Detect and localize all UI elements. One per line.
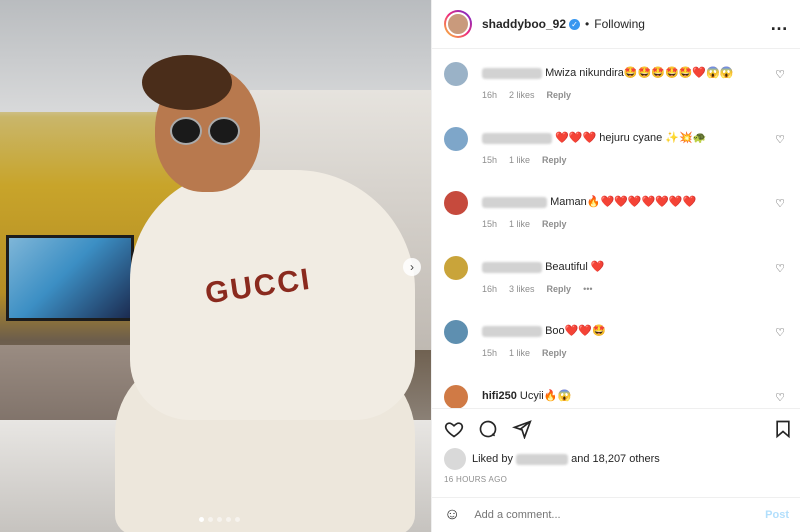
post-comment-button[interactable]: Post xyxy=(765,509,789,521)
next-photo-button[interactable]: › xyxy=(403,258,421,276)
reply-button[interactable]: Reply xyxy=(542,155,567,165)
comment-likes[interactable]: 3 likes xyxy=(509,284,535,294)
like-comment-heart-icon[interactable]: ♡ xyxy=(775,262,785,275)
photo-hair xyxy=(142,55,232,110)
like-comment-heart-icon[interactable]: ♡ xyxy=(775,391,785,404)
commenter-avatar[interactable] xyxy=(444,320,468,344)
redacted-liker xyxy=(516,453,569,465)
author-avatar[interactable] xyxy=(444,10,472,38)
more-options-icon[interactable]: … xyxy=(770,14,789,35)
like-comment-heart-icon[interactable]: ♡ xyxy=(775,68,785,81)
comment-time[interactable]: 15h xyxy=(482,219,497,229)
comment-time[interactable]: 16h xyxy=(482,284,497,294)
comment-text: Maman🔥❤️❤️❤️❤️❤️❤️❤️ xyxy=(550,196,697,208)
comment-text: ❤️❤️❤️ hejuru cyane ✨💥🐢 xyxy=(555,132,707,144)
redacted-username xyxy=(482,325,542,337)
emoji-picker-icon[interactable]: ☺ xyxy=(444,506,460,524)
add-comment-bar: ☺ Post xyxy=(432,497,800,532)
reply-button[interactable]: Reply xyxy=(542,348,567,358)
bookmark-icon[interactable] xyxy=(773,419,793,439)
like-comment-heart-icon[interactable]: ♡ xyxy=(775,197,785,210)
author-username[interactable]: shaddyboo_92 xyxy=(482,17,566,31)
photo-person: GUCCI xyxy=(110,55,420,532)
comment-text: Boo❤️❤️🤩 xyxy=(545,325,606,337)
commenter-avatar[interactable] xyxy=(444,191,468,215)
like-heart-icon[interactable] xyxy=(444,419,464,439)
carousel-dots xyxy=(199,517,240,522)
carousel-dot xyxy=(226,517,231,522)
comment-likes[interactable]: 1 like xyxy=(509,155,530,165)
comment-time[interactable]: 16h xyxy=(482,90,497,100)
commenter-avatar[interactable] xyxy=(444,62,468,86)
liker-avatar[interactable] xyxy=(444,448,466,470)
liked-by-label: Liked by xyxy=(472,453,513,465)
liked-by-and: and xyxy=(571,453,590,465)
carousel-dot xyxy=(217,517,222,522)
comment-likes[interactable]: 1 like xyxy=(509,219,530,229)
comment-options-icon[interactable]: ••• xyxy=(583,284,592,294)
commenter-avatar[interactable] xyxy=(444,127,468,151)
photo-sunglasses xyxy=(170,117,240,145)
commenter-avatar[interactable] xyxy=(444,385,468,408)
redacted-username xyxy=(482,261,542,273)
liked-by-line[interactable]: Liked by and 18,207 others xyxy=(432,448,800,470)
post-actions: Liked by and 18,207 others 16 HOURS AGO xyxy=(432,408,800,490)
comment-bubble-icon[interactable] xyxy=(478,419,498,439)
post-timestamp[interactable]: 16 HOURS AGO xyxy=(432,469,800,490)
reply-button[interactable]: Reply xyxy=(547,284,572,294)
commenter-username[interactable]: hifi250 xyxy=(482,390,517,402)
redacted-username xyxy=(482,132,552,144)
share-send-icon[interactable] xyxy=(512,419,532,439)
following-button[interactable]: Following xyxy=(594,17,645,31)
likes-count[interactable]: 18,207 others xyxy=(593,453,660,465)
carousel-dot xyxy=(208,517,213,522)
redacted-username xyxy=(482,67,542,79)
redacted-username xyxy=(482,196,547,208)
post-panel: shaddyboo_92 ✓ • Following … Mwiza nikun… xyxy=(431,0,800,532)
like-comment-heart-icon[interactable]: ♡ xyxy=(775,326,785,339)
carousel-dot xyxy=(235,517,240,522)
reply-button[interactable]: Reply xyxy=(542,219,567,229)
comments-list[interactable]: Mwiza nikundira🤩🤩🤩🤩🤩❤️😱😱 16h 2 likes Reply… xyxy=(432,48,800,408)
carousel-dot xyxy=(199,517,204,522)
comment-text: Beautiful ❤️ xyxy=(545,261,605,273)
comment-text: Mwiza nikundira🤩🤩🤩🤩🤩❤️😱😱 xyxy=(545,67,734,79)
commenter-avatar[interactable] xyxy=(444,256,468,280)
comment-likes[interactable]: 1 like xyxy=(509,348,530,358)
verified-badge-icon: ✓ xyxy=(569,18,581,30)
comment-time[interactable]: 15h xyxy=(482,155,497,165)
post-header: shaddyboo_92 ✓ • Following … xyxy=(432,0,800,49)
like-comment-heart-icon[interactable]: ♡ xyxy=(775,133,785,146)
separator-dot: • xyxy=(585,17,590,31)
comment-time[interactable]: 15h xyxy=(482,348,497,358)
comment-text: Ucyii🔥😱 xyxy=(519,390,572,402)
reply-button[interactable]: Reply xyxy=(547,90,572,100)
comment-likes[interactable]: 2 likes xyxy=(509,90,535,100)
post-photo[interactable]: GUCCI › xyxy=(0,0,431,532)
add-comment-input[interactable] xyxy=(472,508,766,522)
